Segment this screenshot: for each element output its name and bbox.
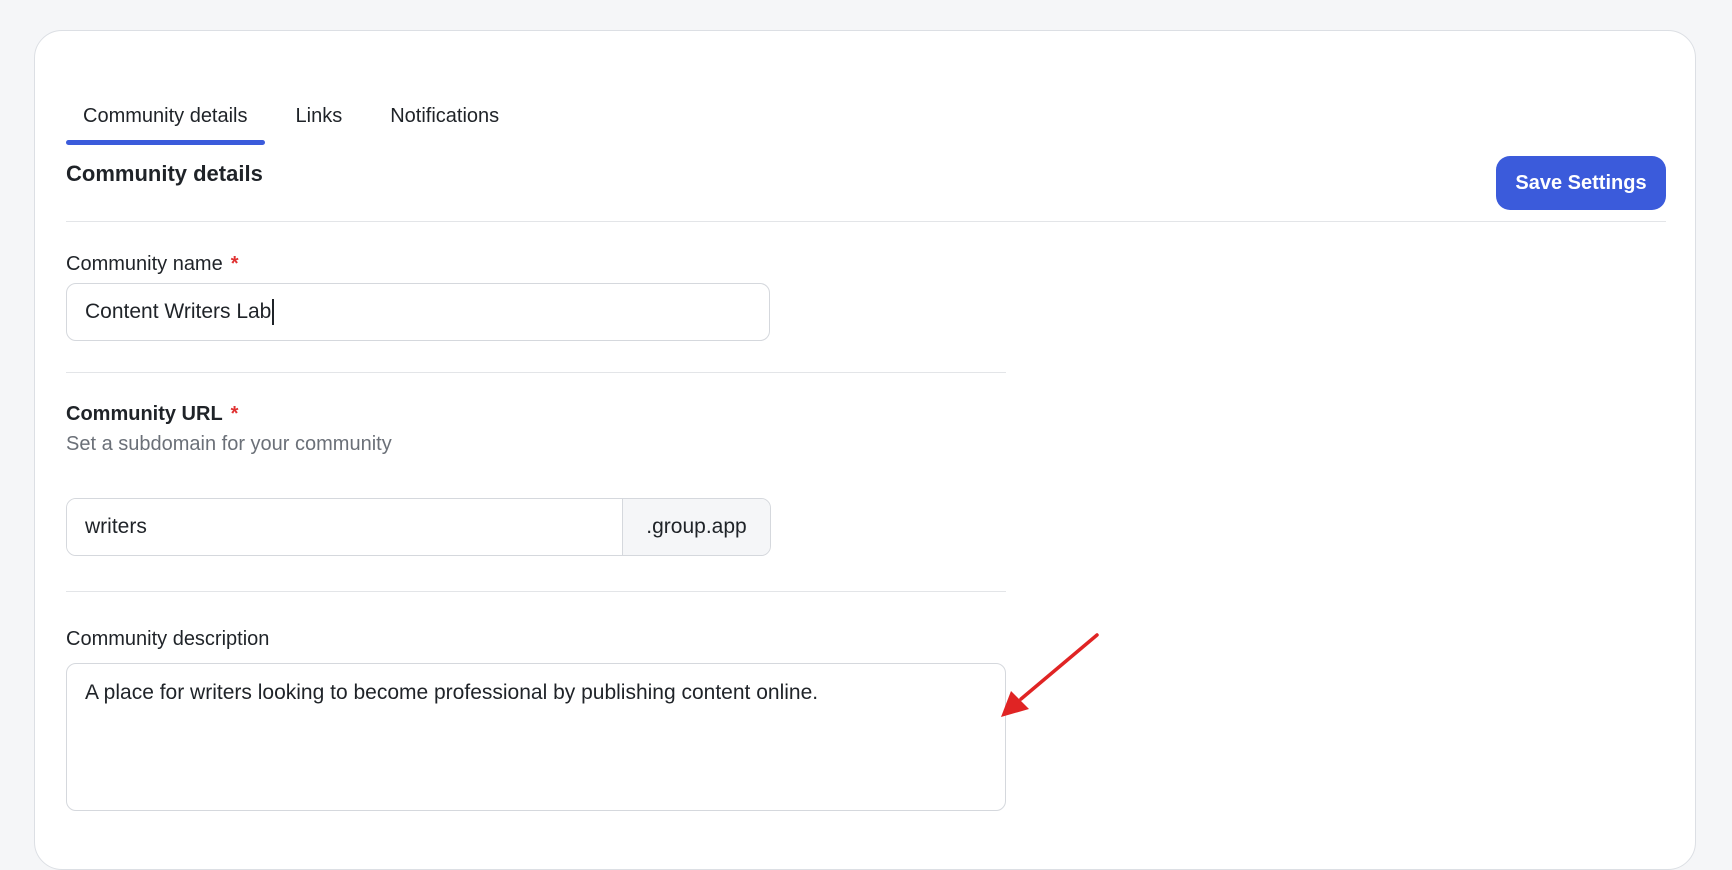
field-divider xyxy=(66,591,1006,592)
red-arrow-icon xyxy=(1001,633,1099,717)
community-name-label-text: Community name xyxy=(66,253,223,275)
community-url-label-text: Community URL xyxy=(66,403,223,425)
community-url-field: writers .group.app xyxy=(66,498,771,556)
required-mark: * xyxy=(230,403,239,425)
community-description-label: Community description xyxy=(66,628,270,650)
subdomain-input[interactable]: writers xyxy=(67,499,622,555)
tab-notifications[interactable]: Notifications xyxy=(373,71,516,145)
domain-suffix: .group.app xyxy=(622,499,770,555)
community-name-label: Community name * xyxy=(66,253,239,276)
save-settings-button[interactable]: Save Settings xyxy=(1496,156,1666,210)
settings-card: Community details Links Notifications Co… xyxy=(34,30,1696,870)
community-url-label: Community URL * xyxy=(66,403,238,426)
tab-links[interactable]: Links xyxy=(279,71,360,145)
tab-community-details[interactable]: Community details xyxy=(66,71,265,145)
required-mark: * xyxy=(230,253,239,275)
community-url-help: Set a subdomain for your community xyxy=(66,433,392,455)
community-name-input[interactable]: Content Writers Lab xyxy=(66,283,770,341)
field-divider xyxy=(66,372,1006,373)
section-title: Community details xyxy=(66,161,263,186)
community-name-value: Content Writers Lab xyxy=(85,300,272,323)
tab-bar: Community details Links Notifications xyxy=(66,71,516,145)
text-caret xyxy=(272,299,275,325)
section-divider xyxy=(66,221,1666,222)
community-description-textarea[interactable]: A place for writers looking to become pr… xyxy=(66,663,1006,811)
